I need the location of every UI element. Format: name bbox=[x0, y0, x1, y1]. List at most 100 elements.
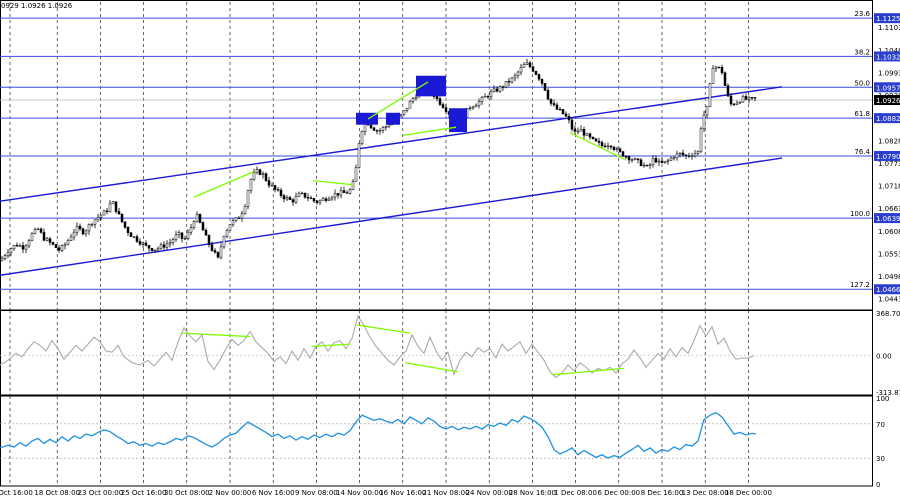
candle-body bbox=[162, 244, 166, 248]
candle-body bbox=[30, 233, 34, 241]
candle-body bbox=[531, 66, 535, 72]
rsi-panel: 100 70 30 0 bbox=[0, 395, 889, 489]
candle-body bbox=[222, 235, 226, 248]
candle-body bbox=[441, 104, 445, 108]
candle-body bbox=[528, 62, 532, 68]
candle-body bbox=[195, 213, 199, 223]
candle-body bbox=[18, 245, 22, 247]
candle-body bbox=[159, 244, 163, 249]
candle-body bbox=[672, 157, 676, 159]
candle-body bbox=[282, 195, 286, 200]
candle-body bbox=[645, 164, 649, 167]
fib-price-tag-label: 1.0790 bbox=[876, 153, 900, 161]
time-tick-label: 13 Dec 08:00 bbox=[682, 489, 729, 497]
candle-body bbox=[258, 169, 262, 175]
candle-body bbox=[111, 201, 115, 205]
candle-body bbox=[273, 185, 277, 190]
time-tick-label: 6 Nov 16:00 bbox=[252, 489, 295, 497]
time-tick-label: 23 Oct 00:00 bbox=[78, 489, 124, 497]
rsi-tick-label: 100 bbox=[876, 395, 889, 403]
candle-body bbox=[654, 158, 658, 163]
candle-body bbox=[435, 96, 439, 99]
candle-body bbox=[354, 167, 358, 182]
candle-body bbox=[489, 91, 493, 98]
candle-body bbox=[474, 105, 478, 108]
candle-body bbox=[657, 160, 661, 163]
candle-body bbox=[126, 227, 130, 233]
candle-body bbox=[63, 243, 67, 247]
trend-channel-line bbox=[0, 157, 783, 276]
candle-body bbox=[633, 158, 637, 161]
candle-body bbox=[663, 160, 667, 163]
fib-price-tag-label: 1.0466 bbox=[876, 286, 900, 294]
candle-body bbox=[738, 101, 742, 104]
candle-body bbox=[519, 67, 523, 73]
candle-body bbox=[636, 158, 640, 161]
candle-body bbox=[93, 219, 97, 225]
rsi-tick-label: 30 bbox=[876, 455, 885, 463]
candle-body bbox=[12, 244, 16, 249]
cci-divergence-line bbox=[404, 361, 459, 373]
candle-body bbox=[36, 228, 40, 231]
candle-body bbox=[276, 189, 280, 191]
candle-body bbox=[438, 98, 442, 105]
candle-body bbox=[231, 220, 235, 225]
candle-body bbox=[495, 88, 499, 92]
candle-body bbox=[87, 224, 91, 232]
candle-body bbox=[579, 128, 583, 132]
candle-body bbox=[675, 153, 679, 158]
candle-body bbox=[486, 96, 490, 98]
candle-body bbox=[750, 97, 754, 99]
candle-body bbox=[207, 235, 211, 245]
candle-body bbox=[375, 130, 379, 132]
time-tick-label: 21 Nov 08:00 bbox=[422, 489, 469, 497]
time-tick-label: 18 Dec 00:00 bbox=[725, 489, 772, 497]
candle-body bbox=[351, 181, 355, 190]
candle-body bbox=[114, 201, 118, 212]
candle-body bbox=[402, 110, 406, 115]
candle-body bbox=[141, 242, 145, 245]
candle-body bbox=[306, 197, 310, 199]
time-tick-label: 6 Dec 00:00 bbox=[597, 489, 640, 497]
candle-body bbox=[132, 236, 136, 238]
candle-body bbox=[576, 130, 580, 133]
candle-body bbox=[42, 232, 46, 241]
candle-body bbox=[687, 155, 691, 157]
candle-body bbox=[516, 71, 520, 76]
candle-body bbox=[720, 67, 724, 73]
candle-body bbox=[96, 217, 100, 221]
candle-body bbox=[618, 148, 622, 152]
candle-body bbox=[213, 250, 217, 253]
candle-body bbox=[696, 151, 700, 154]
fib-ratio-label: 127.2 bbox=[850, 281, 870, 289]
candle-body bbox=[384, 126, 388, 128]
divergence-line bbox=[312, 180, 354, 186]
candle-body bbox=[3, 255, 7, 259]
candle-body bbox=[732, 103, 736, 106]
candle-body bbox=[648, 164, 652, 166]
cci-divergence-line bbox=[356, 324, 411, 334]
time-tick-label: 14 Nov 00:00 bbox=[336, 489, 383, 497]
candle-body bbox=[285, 197, 289, 200]
candle-body bbox=[129, 232, 133, 237]
candle-body bbox=[399, 113, 403, 116]
candle-body bbox=[594, 138, 598, 142]
candle-body bbox=[261, 173, 265, 175]
candle-body bbox=[135, 236, 139, 242]
candle-body bbox=[54, 244, 58, 248]
candle-body bbox=[279, 189, 283, 196]
candle-body bbox=[120, 213, 124, 223]
candle-body bbox=[99, 214, 103, 218]
candle-body bbox=[567, 115, 571, 121]
candle-body bbox=[348, 189, 352, 194]
candle-body bbox=[168, 242, 172, 245]
time-tick-label: 2 Nov 00:00 bbox=[209, 489, 252, 497]
candle-body bbox=[471, 106, 475, 109]
current-price-tag-label: 1.0926 bbox=[876, 97, 900, 105]
fib-price-tag-label: 1.1125 bbox=[876, 15, 900, 23]
candle-body bbox=[693, 153, 697, 157]
candle-body bbox=[537, 74, 541, 80]
candle-body bbox=[729, 95, 733, 105]
candle-body bbox=[468, 107, 472, 110]
time-tick-label: 9 Nov 08:00 bbox=[295, 489, 338, 497]
